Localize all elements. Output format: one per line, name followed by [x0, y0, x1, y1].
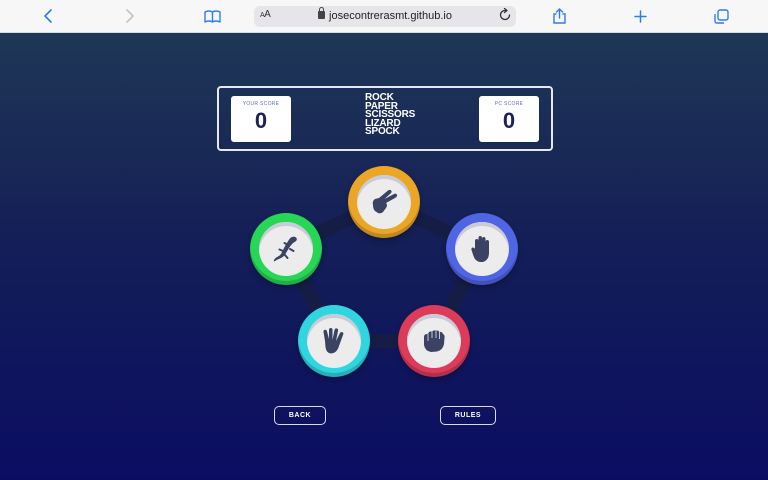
- paper-button[interactable]: [446, 213, 518, 285]
- new-tab-icon[interactable]: [632, 5, 648, 27]
- back-button[interactable]: BACK: [274, 406, 326, 425]
- url-display: josecontrerasmt.github.io: [254, 7, 516, 22]
- rules-button[interactable]: RULES: [440, 406, 496, 425]
- reload-icon[interactable]: [499, 7, 512, 27]
- rock-button[interactable]: [398, 305, 470, 377]
- rock-fist-icon: [424, 330, 445, 352]
- forward-icon[interactable]: [122, 5, 138, 27]
- lock-icon: [318, 7, 326, 19]
- address-bar[interactable]: AA josecontrerasmt.github.io: [254, 6, 516, 27]
- scissors-hand-icon: [372, 189, 398, 214]
- browser-toolbar: AA josecontrerasmt.github.io: [0, 0, 768, 33]
- choice-board: [0, 33, 768, 480]
- spock-hand-icon: [323, 328, 344, 354]
- spock-button[interactable]: [298, 305, 370, 377]
- scissors-button[interactable]: [348, 166, 420, 238]
- bookmarks-icon[interactable]: [203, 5, 221, 27]
- share-icon[interactable]: [551, 5, 567, 27]
- lizard-icon: [273, 236, 297, 262]
- game-area: YOUR SCORE 0 ROCK PAPER SCISSORS LIZARD …: [0, 33, 768, 480]
- tabs-icon[interactable]: [713, 5, 729, 27]
- paper-hand-icon: [471, 236, 489, 262]
- lizard-button[interactable]: [250, 213, 322, 285]
- back-icon[interactable]: [40, 5, 56, 27]
- pentagon-outline: [279, 195, 489, 348]
